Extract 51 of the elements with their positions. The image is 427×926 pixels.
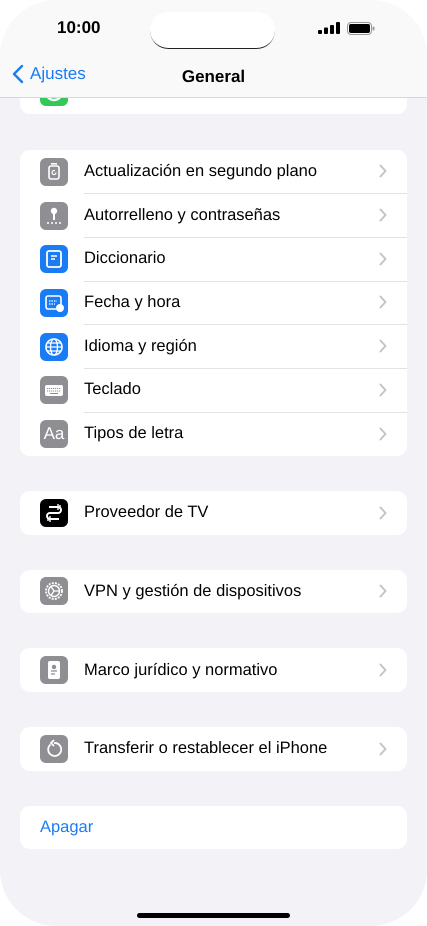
row-label: Transferir o restablecer el iPhone bbox=[84, 739, 328, 758]
row-label: Tipos de letra bbox=[84, 424, 184, 444]
row-label: Teclado bbox=[84, 380, 141, 400]
reset-icon bbox=[40, 734, 68, 763]
row-label: Autorrelleno y contraseñas bbox=[84, 206, 280, 225]
chevron-right-icon bbox=[379, 426, 387, 441]
settings-row[interactable]: Fecha y hora bbox=[20, 281, 407, 325]
settings-row[interactable]: Idioma y región bbox=[20, 324, 407, 368]
status-time: 10:00 bbox=[57, 18, 100, 38]
settings-row[interactable]: Proveedor de TV bbox=[20, 490, 407, 534]
globe-icon bbox=[40, 332, 68, 361]
row-label: Proveedor de TV bbox=[84, 503, 208, 522]
row-label: Diccionario bbox=[84, 249, 166, 268]
chevron-left-icon bbox=[12, 64, 24, 84]
settings-row[interactable]: VPN y gestión de dispositivos bbox=[20, 570, 407, 614]
chevron-right-icon bbox=[379, 252, 387, 266]
signal-icon bbox=[318, 22, 340, 34]
chevron-right-icon bbox=[379, 164, 387, 178]
row-label: Fecha y hora bbox=[84, 292, 180, 312]
settings-row[interactable]: Transferir o restablecer el iPhone bbox=[20, 726, 407, 771]
chevron-right-icon bbox=[379, 295, 387, 310]
keyboard-icon bbox=[40, 376, 68, 404]
battery-icon bbox=[347, 22, 375, 34]
row-label: VPN y gestión de dispositivos bbox=[84, 582, 302, 601]
settings-row[interactable]: Autorrelleno y contraseñas bbox=[20, 194, 407, 238]
screen-title: General bbox=[182, 66, 246, 86]
chevron-right-icon bbox=[379, 584, 387, 598]
book-icon bbox=[40, 245, 68, 274]
chevron-right-icon bbox=[379, 339, 387, 354]
cable-icon bbox=[40, 498, 68, 527]
settings-row[interactable]: Marco jurídico y normativo bbox=[20, 648, 407, 692]
chevron-right-icon bbox=[379, 382, 387, 397]
refresh-icon bbox=[40, 158, 68, 186]
row-label: Idioma y región bbox=[84, 336, 197, 356]
chevron-right-icon bbox=[379, 663, 387, 678]
row-label: Actualización en segundo plano bbox=[84, 162, 318, 181]
gear-icon bbox=[40, 577, 68, 606]
chevron-right-icon bbox=[379, 742, 387, 756]
settings-row[interactable]: Actualización en segundo plano bbox=[20, 150, 407, 194]
document-icon bbox=[40, 656, 68, 684]
chevron-right-icon bbox=[379, 506, 387, 520]
chevron-right-icon bbox=[379, 208, 387, 222]
settings-row[interactable]: Diccionario bbox=[20, 237, 407, 282]
row-label: Marco jurídico y normativo bbox=[84, 660, 278, 680]
key-icon bbox=[40, 202, 68, 230]
calendar-icon bbox=[40, 288, 68, 317]
font-icon: Aa bbox=[40, 420, 68, 448]
back-button[interactable]: Ajustes bbox=[12, 64, 86, 84]
power-off-button[interactable]: Apagar bbox=[20, 806, 407, 850]
settings-row[interactable]: Teclado bbox=[20, 368, 407, 412]
settings-row[interactable]: Aa Tipos de letra bbox=[20, 412, 407, 456]
